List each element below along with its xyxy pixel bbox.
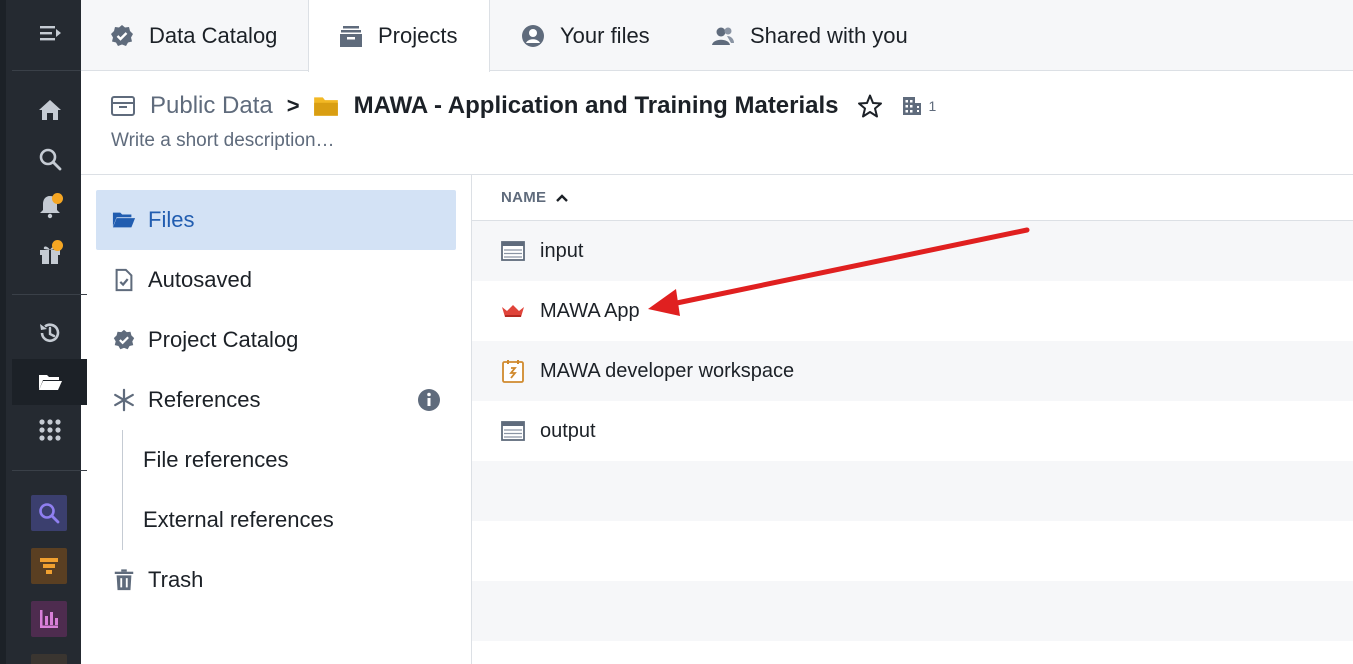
crown-app-icon xyxy=(502,305,524,317)
people-icon xyxy=(712,27,734,45)
tab-your-files[interactable]: Your files xyxy=(520,0,650,71)
sub-items-guide xyxy=(122,430,123,550)
trash-icon xyxy=(114,569,134,591)
sidebar-item-label: Project Catalog xyxy=(148,327,299,352)
table-row[interactable]: output xyxy=(472,401,1353,461)
sidebar-item-label: Autosaved xyxy=(148,267,252,292)
empty-row xyxy=(472,461,1353,521)
file-rows: input MAWA App MAWA developer workspace … xyxy=(472,221,1353,641)
archive-box-icon xyxy=(340,26,362,47)
sidebar-item-label: Files xyxy=(148,207,195,232)
table-row[interactable]: input xyxy=(472,221,1353,281)
table-row[interactable]: MAWA developer workspace xyxy=(472,341,1353,401)
column-header-label: NAME xyxy=(501,189,547,206)
notification-dot xyxy=(52,193,63,204)
tab-shared-with-you[interactable]: Shared with you xyxy=(710,0,908,71)
chart-app-icon[interactable] xyxy=(31,601,67,637)
sidebar-item-files[interactable]: Files xyxy=(96,190,456,250)
description-placeholder[interactable]: Write a short description… xyxy=(111,130,335,152)
history-icon[interactable] xyxy=(12,310,87,356)
sidebar-item-autosaved[interactable]: Autosaved xyxy=(96,250,456,310)
sidebar-item-label: Trash xyxy=(148,567,204,592)
user-circle-icon xyxy=(522,24,544,47)
badge-check-icon xyxy=(113,329,135,350)
file-name: input xyxy=(540,239,584,262)
asterisk-icon xyxy=(114,388,134,412)
empty-row xyxy=(472,581,1353,641)
column-header-name[interactable]: NAME xyxy=(472,175,1353,221)
sidebar-item-trash[interactable]: Trash xyxy=(96,550,456,610)
gift-notification-dot xyxy=(52,240,63,251)
folder-open-icon xyxy=(112,212,136,228)
search-app-icon[interactable] xyxy=(31,495,67,531)
left-rail xyxy=(0,0,87,664)
breadcrumb-separator: > xyxy=(286,93,300,118)
tab-label: Your files xyxy=(560,22,650,48)
tab-projects[interactable]: Projects xyxy=(308,0,490,72)
apps-grid-icon[interactable] xyxy=(12,407,87,453)
project-title: MAWA - Application and Training Material… xyxy=(353,92,839,119)
sidebar-item-external-references[interactable]: External references xyxy=(143,490,334,550)
tab-label: Shared with you xyxy=(750,22,908,48)
layers-app-icon[interactable] xyxy=(31,548,67,584)
empty-row xyxy=(472,521,1353,581)
badge-check-icon xyxy=(111,24,133,46)
home-icon[interactable] xyxy=(12,87,87,133)
organization-count: 1 xyxy=(928,98,937,114)
gift-icon[interactable] xyxy=(12,231,87,277)
files-folder-icon[interactable] xyxy=(12,359,87,405)
sidebar-item-file-references[interactable]: File references xyxy=(143,430,289,490)
organization-indicator[interactable]: 1 xyxy=(901,95,937,117)
dataset-icon xyxy=(501,241,525,261)
code-workspace-icon xyxy=(502,360,524,383)
sidebar-item-references[interactable]: References xyxy=(96,370,456,430)
tab-label: Projects xyxy=(378,23,458,48)
top-tabs: Data Catalog Projects Your files Shared … xyxy=(81,0,1353,72)
search-icon[interactable] xyxy=(12,136,87,182)
building-icon xyxy=(902,97,921,115)
info-icon[interactable] xyxy=(417,388,441,412)
document-check-icon xyxy=(115,268,133,292)
breadcrumb-root-link[interactable]: Public Data xyxy=(150,92,273,120)
project-sidebar: Files Autosaved Project Catalog Referenc… xyxy=(81,175,472,664)
favorite-star-icon[interactable] xyxy=(857,93,883,119)
file-list: NAME input MAWA App MAWA developer works… xyxy=(472,175,1353,664)
sort-ascending-chevron-icon xyxy=(556,193,569,202)
tab-label: Data Catalog xyxy=(149,22,278,48)
breadcrumb: Public Data > MAWA - Application and Tra… xyxy=(110,88,936,124)
file-name: output xyxy=(540,419,596,442)
table-row[interactable]: MAWA App xyxy=(472,281,1353,341)
sidebar-item-project-catalog[interactable]: Project Catalog xyxy=(96,310,456,370)
sidebar-item-label: References xyxy=(148,387,261,412)
tab-data-catalog[interactable]: Data Catalog xyxy=(109,0,277,71)
space-box-icon xyxy=(111,96,135,116)
app-tile-partial[interactable] xyxy=(31,654,67,664)
dataset-icon xyxy=(501,421,525,441)
project-folder-icon xyxy=(313,97,338,116)
file-name: MAWA App xyxy=(540,299,640,322)
menu-expand-icon[interactable] xyxy=(12,10,87,56)
file-name: MAWA developer workspace xyxy=(540,359,795,382)
notifications-bell-icon[interactable] xyxy=(12,183,87,229)
